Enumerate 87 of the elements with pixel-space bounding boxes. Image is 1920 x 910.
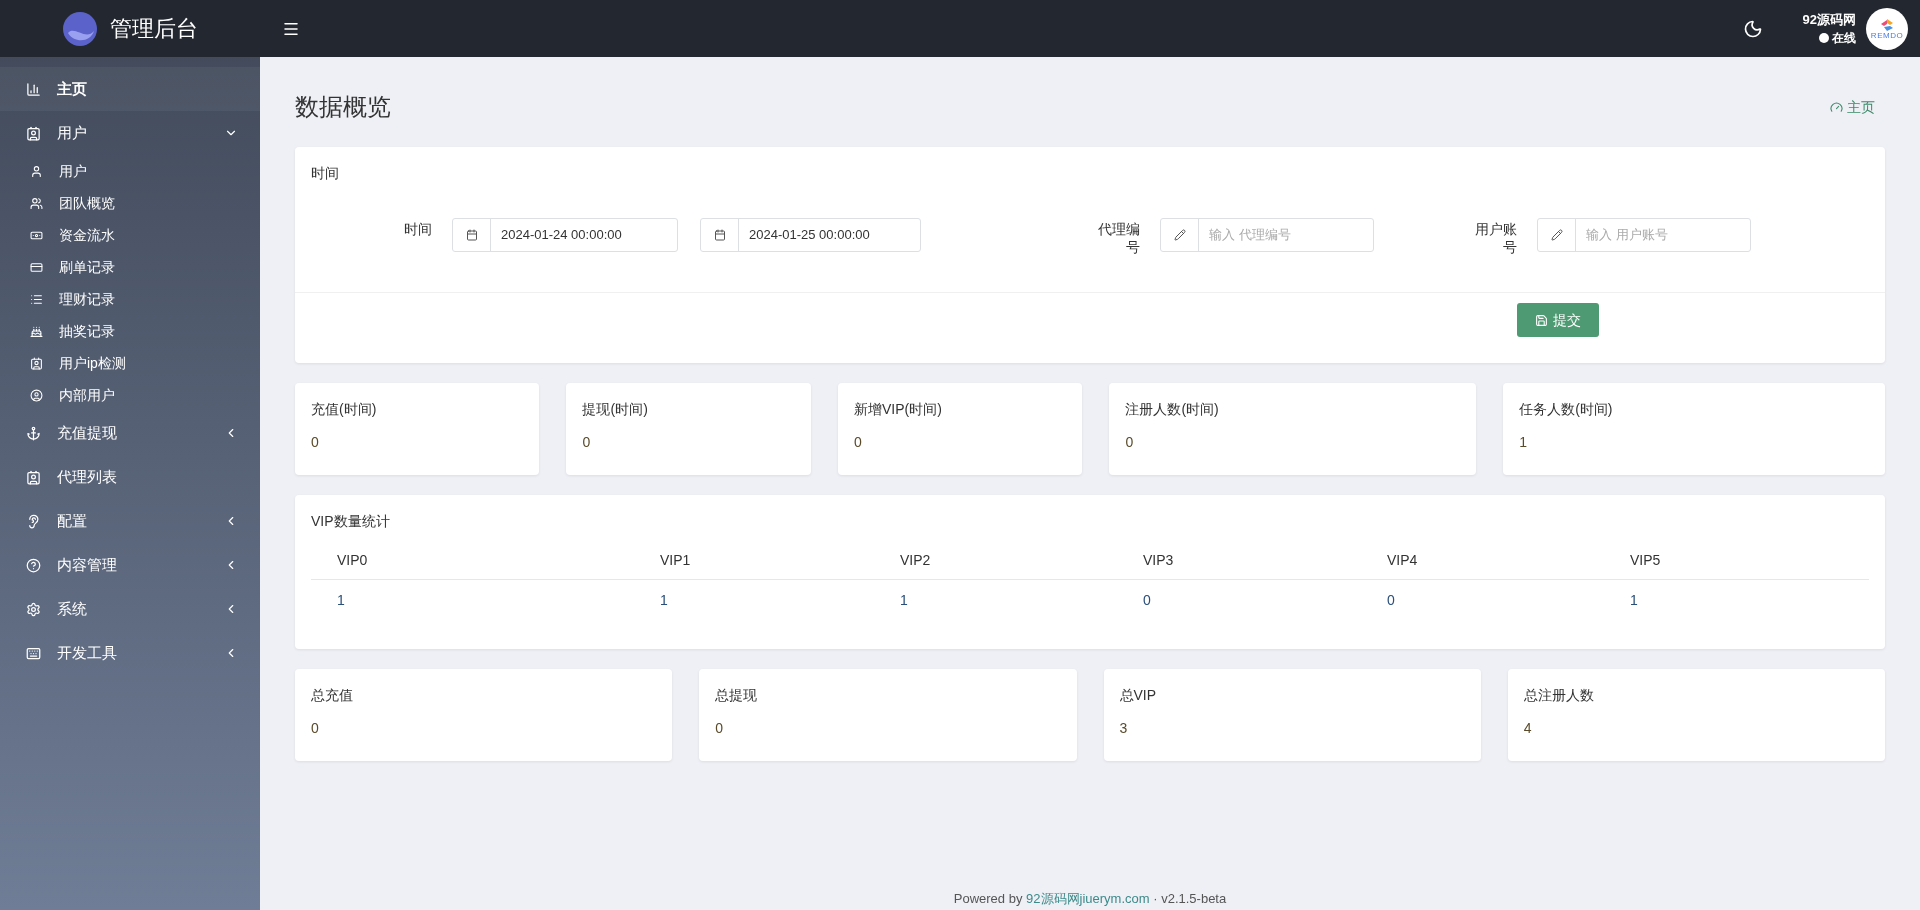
logo-icon: [62, 10, 98, 47]
sidebar-item[interactable]: 用户ip检测: [0, 347, 260, 379]
sidebar-item[interactable]: 资金流水: [0, 219, 260, 251]
status-text: 在线: [1832, 30, 1856, 48]
save-icon: [1535, 313, 1548, 327]
sidebar-item[interactable]: 开发工具: [0, 631, 260, 675]
stat-label: 注册人数(时间): [1125, 400, 1220, 419]
calendar-icon: [465, 229, 478, 241]
column-header: VIP0: [336, 551, 369, 570]
stat-label: 任务人数(时间): [1519, 400, 1614, 419]
submit-button[interactable]: 提交: [1517, 303, 1599, 337]
sidebar-item[interactable]: 抽奖记录: [0, 315, 260, 347]
column-header: VIP3: [1142, 551, 1175, 570]
field-label: 用户账号: [1474, 220, 1517, 256]
users-icon: [30, 196, 43, 210]
user-icon: [30, 164, 43, 178]
field-label: 代理编号: [1097, 220, 1140, 256]
avatar[interactable]: REMDO: [1866, 7, 1908, 50]
dashboard-icon: [1830, 100, 1843, 114]
cake-icon: [30, 324, 43, 338]
table-cell-text: 1: [659, 591, 669, 610]
calendar-icon: [713, 229, 726, 241]
contact-card-icon: [26, 469, 41, 485]
table-cell-text: 1: [899, 591, 909, 610]
stat-value: 0: [853, 433, 863, 452]
column-header: VIP4: [1386, 551, 1419, 570]
card-title: VIP数量统计: [311, 512, 391, 531]
sidebar-item[interactable]: 团队概览: [0, 187, 260, 219]
card-title: 时间: [310, 164, 340, 183]
stat-label: 新增VIP(时间): [853, 400, 943, 419]
date-field[interactable]: 2024-01-25 00:00:00: [700, 218, 921, 252]
site-name: 92源码网: [1802, 10, 1856, 29]
stat-label: 充值(时间): [311, 400, 378, 419]
stat-label: 总VIP: [1119, 686, 1158, 705]
avatar-text: REMDO: [1870, 31, 1904, 40]
sidebar-item[interactable]: 代理列表: [0, 455, 260, 499]
settings-icon: [26, 601, 41, 617]
sidebar-item[interactable]: 用户: [0, 111, 260, 155]
sidebar-item[interactable]: 用户: [0, 155, 260, 187]
table-cell-text: 1: [336, 591, 346, 610]
table-cell-text: 1: [1629, 591, 1639, 610]
sidebar-item[interactable]: 系统: [0, 587, 260, 631]
logo-mark-icon: [1879, 17, 1895, 32]
stat-label: 总注册人数: [1523, 686, 1595, 705]
sidebar-item[interactable]: 配置: [0, 499, 260, 543]
anchor-icon: [26, 425, 41, 441]
stat-label: 总提现: [715, 686, 759, 705]
page-title: 数据概览: [295, 92, 391, 122]
footer-text: Powered by 92源码网jiuerym.com · v2.1.5-beta: [952, 889, 1228, 908]
stat-value: 3: [1119, 719, 1129, 738]
contact-card-icon: [30, 356, 43, 370]
footer-link[interactable]: 92源码网jiuerym.com: [1026, 890, 1150, 906]
stat-value: 0: [311, 433, 320, 452]
sidebar-item[interactable]: 充值提现: [0, 411, 260, 455]
stat-value: 4: [1523, 719, 1533, 738]
pencil-icon: [1173, 229, 1186, 241]
user-circle-icon: [30, 388, 43, 402]
stat-value: 0: [1125, 433, 1135, 452]
stat-value: 0: [582, 433, 592, 452]
card-icon: [30, 260, 43, 274]
sidebar-item[interactable]: 刷单记录: [0, 251, 260, 283]
sidebar-item[interactable]: 内容管理: [0, 543, 260, 587]
stat-value: 0: [715, 719, 725, 738]
brand-title: 管理后台: [110, 15, 198, 43]
contact-card-icon: [26, 125, 41, 141]
pencil-icon: [1550, 229, 1563, 241]
field-label: 时间: [403, 220, 432, 238]
sidebar-item[interactable]: 理财记录: [0, 283, 260, 315]
table-cell-text: 0: [1142, 591, 1152, 610]
breadcrumb-link[interactable]: 主页: [1830, 96, 1875, 118]
ear-icon: [26, 513, 41, 529]
stat-value: 1: [1519, 433, 1528, 452]
stat-label: 总充值: [311, 686, 354, 705]
date-field[interactable]: 2024-01-24 00:00:00: [452, 218, 678, 252]
sidebar-item[interactable]: 内部用户: [0, 379, 260, 411]
keyboard-icon: [26, 645, 41, 661]
column-header: VIP5: [1629, 551, 1662, 570]
list-icon: [30, 292, 43, 306]
column-header: VIP2: [899, 551, 932, 570]
column-header: VIP1: [659, 551, 692, 570]
stat-label: 提现(时间): [582, 400, 649, 419]
moon-icon[interactable]: [1742, 18, 1763, 39]
sidebar-item[interactable]: 主页: [0, 67, 260, 111]
help-icon: [26, 557, 41, 573]
stat-value: 0: [311, 719, 320, 738]
bar-chart-icon: [26, 81, 41, 97]
table-cell-text: 0: [1386, 591, 1396, 610]
